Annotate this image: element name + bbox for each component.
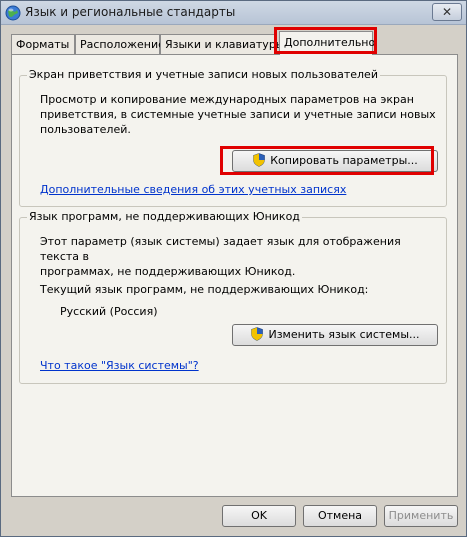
description-line: программах, не поддерживающих Юникод. <box>40 265 296 278</box>
welcome-description: Просмотр и копирование международных пар… <box>40 92 440 137</box>
globe-icon <box>5 5 21 21</box>
dialog-window: Язык и региональные стандарты ✕ Форматы … <box>0 0 467 537</box>
change-system-locale-button[interactable]: Изменить язык системы... <box>232 324 438 346</box>
tab-label: Расположение <box>80 38 165 51</box>
tab-formats[interactable]: Форматы <box>11 34 75 54</box>
tab-label: Форматы <box>16 38 70 51</box>
dialog-button-bar: OK Отмена Применить <box>1 498 466 536</box>
apply-button[interactable]: Применить <box>384 505 458 527</box>
window-title: Язык и региональные стандарты <box>25 5 236 19</box>
description-line: Просмотр и копирование международных пар… <box>40 93 414 106</box>
tab-administrative[interactable]: Дополнительно <box>279 31 376 55</box>
title-bar[interactable]: Язык и региональные стандарты ✕ <box>1 1 466 25</box>
button-label: Применить <box>388 509 454 522</box>
group-legend: Экран приветствия и учетные записи новых… <box>27 68 380 81</box>
tab-label: Языки и клавиатуры <box>165 38 285 51</box>
welcome-screen-group: Экран приветствия и учетные записи новых… <box>19 68 447 207</box>
close-icon: ✕ <box>441 5 453 19</box>
copy-settings-button[interactable]: Копировать параметры... <box>232 150 438 172</box>
description-line: приветствия, в системные учетные записи … <box>40 108 436 121</box>
tab-panel-administrative: Экран приветствия и учетные записи новых… <box>11 54 458 497</box>
tab-label: Дополнительно <box>284 36 376 49</box>
close-button[interactable]: ✕ <box>432 3 462 21</box>
non-unicode-description: Этот параметр (язык системы) задает язык… <box>40 234 440 279</box>
non-unicode-group: Язык программ, не поддерживающих Юникод … <box>19 210 447 384</box>
more-info-accounts-link[interactable]: Дополнительные сведения об этих учетных … <box>40 183 346 196</box>
current-language-label: Текущий язык программ, не поддерживающих… <box>40 283 369 296</box>
uac-shield-icon <box>251 327 264 341</box>
what-is-system-locale-link[interactable]: Что такое "Язык системы"? <box>40 359 199 372</box>
tab-location[interactable]: Расположение <box>75 34 165 54</box>
group-legend: Язык программ, не поддерживающих Юникод <box>27 210 302 223</box>
ok-button[interactable]: OK <box>222 505 296 527</box>
button-label: OK <box>251 509 267 522</box>
button-label: Копировать параметры... <box>270 154 418 167</box>
description-line: Этот параметр (язык системы) задает язык… <box>40 235 401 263</box>
current-language-value: Русский (Россия) <box>60 305 158 318</box>
cancel-button[interactable]: Отмена <box>303 505 377 527</box>
uac-shield-icon <box>253 153 266 167</box>
tab-keyboards-languages[interactable]: Языки и клавиатуры <box>160 34 285 54</box>
description-line: пользователей. <box>40 123 131 136</box>
button-label: Изменить язык системы... <box>268 328 420 341</box>
button-label: Отмена <box>317 509 363 522</box>
